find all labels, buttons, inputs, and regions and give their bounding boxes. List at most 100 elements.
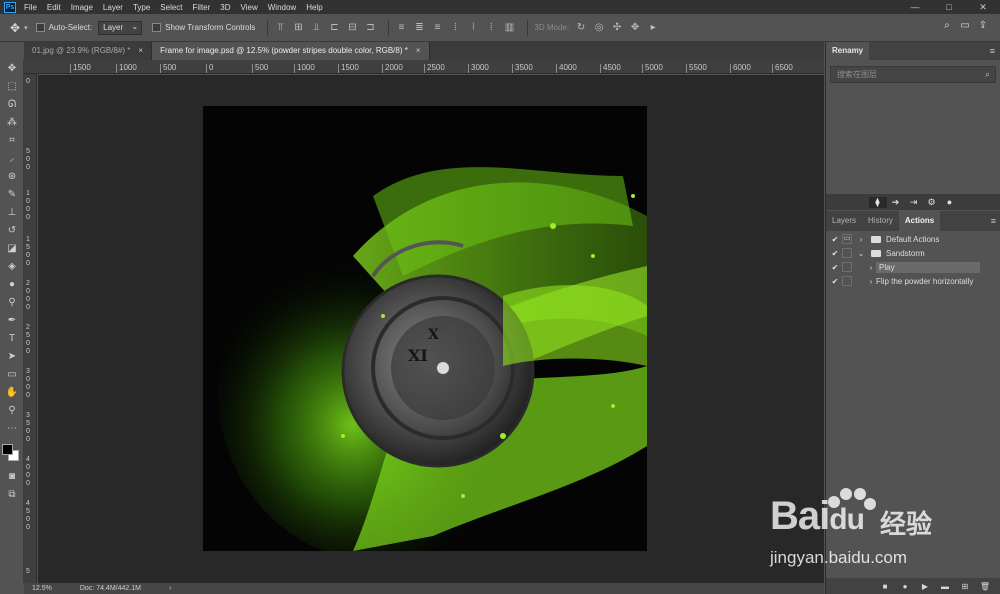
magic-wand-tool-icon[interactable]: ⁂ (0, 114, 24, 132)
marquee-tool-icon[interactable]: ⬚ (0, 78, 24, 96)
3d-rotate-icon[interactable]: ↻ (575, 22, 587, 34)
action-row[interactable]: ✔ › Flip the powder horizontally (826, 274, 1000, 288)
dialog-toggle-icon[interactable]: ▭ (842, 234, 852, 244)
new-set-icon[interactable]: ▬ (935, 582, 955, 591)
3d-roll-icon[interactable]: ◎ (593, 22, 605, 34)
zoom-tool-icon[interactable]: ⚲ (0, 402, 24, 420)
adjust-icon[interactable]: ⧫ (868, 196, 887, 208)
hand-tool-icon[interactable]: ✋ (0, 384, 24, 402)
share-icon[interactable]: ⇪ (974, 20, 992, 31)
menu-type[interactable]: Type (133, 3, 150, 12)
distribute-left-icon[interactable]: ⦙ (449, 22, 461, 34)
status-menu-arrow[interactable]: › (169, 585, 171, 592)
menu-3d[interactable]: 3D (220, 3, 230, 12)
distribute-right-icon[interactable]: ⦙ (485, 22, 497, 34)
lasso-tool-icon[interactable]: ᘏ (0, 96, 24, 114)
menu-window[interactable]: Window (268, 3, 296, 12)
stop-icon[interactable]: ■ (875, 582, 895, 591)
zoom-level[interactable]: 12.5% (32, 585, 52, 592)
workspace-icon[interactable]: ▭ (956, 20, 974, 31)
rectangle-tool-icon[interactable]: ▭ (0, 366, 24, 384)
menu-file[interactable]: File (24, 3, 37, 12)
check-icon[interactable]: ✔ (828, 263, 842, 272)
3d-camera-icon[interactable]: ▸ (647, 22, 659, 34)
delete-icon[interactable]: 🗑 (975, 582, 995, 591)
renamy-panel-title[interactable]: Renamy (826, 42, 870, 60)
paint-bucket-tool-icon[interactable]: ◈ (0, 258, 24, 276)
dialog-toggle-icon[interactable] (842, 276, 852, 286)
tab-history[interactable]: History (862, 211, 899, 231)
search-icon[interactable]: ⌕ (985, 67, 990, 82)
minimize-button[interactable]: — (898, 0, 932, 14)
new-action-icon[interactable]: ⊞ (955, 582, 975, 591)
type-tool-icon[interactable]: T (0, 330, 24, 348)
move-tool-icon[interactable]: ✥ (10, 21, 20, 35)
check-icon[interactable]: ✔ (828, 277, 842, 286)
document-artwork[interactable]: XI X (203, 106, 647, 551)
close-icon[interactable]: × (138, 42, 143, 60)
align-top-icon[interactable]: ⫪ (274, 22, 286, 34)
align-left-icon[interactable]: ⊏ (328, 22, 340, 34)
dialog-toggle-icon[interactable] (842, 248, 852, 258)
menu-image[interactable]: Image (71, 3, 93, 12)
move-tool-icon[interactable]: ✥ (0, 60, 24, 78)
distribute-hcenter-icon[interactable]: ⦚ (467, 22, 479, 34)
menu-filter[interactable]: Filter (193, 3, 211, 12)
tab-actions[interactable]: Actions (898, 211, 941, 231)
expand-chevron-icon[interactable]: › (866, 277, 876, 286)
export-icon[interactable]: ⇥ (905, 197, 923, 208)
expand-chevron-icon[interactable]: › (866, 263, 876, 272)
settings-icon[interactable]: ⚙ (923, 197, 941, 208)
close-icon[interactable]: × (416, 42, 421, 60)
check-icon[interactable]: ✔ (828, 235, 842, 244)
expand-chevron-icon[interactable]: ⌄ (856, 249, 866, 258)
color-swatches[interactable] (0, 438, 24, 468)
align-right-icon[interactable]: ⊐ (364, 22, 376, 34)
dialog-toggle-icon[interactable] (842, 262, 852, 272)
crop-tool-icon[interactable]: ⌗ (0, 132, 24, 150)
tab-layers[interactable]: Layers (826, 211, 862, 231)
eyedropper-tool-icon[interactable]: ⸝ (0, 150, 24, 168)
distribute-top-icon[interactable]: ≡ (395, 22, 407, 34)
brush-tool-icon[interactable]: ✎ (0, 186, 24, 204)
info-icon[interactable]: ● (941, 197, 959, 207)
menu-view[interactable]: View (241, 3, 258, 12)
path-selection-tool-icon[interactable]: ➤ (0, 348, 24, 366)
history-brush-tool-icon[interactable]: ↺ (0, 222, 24, 240)
3d-slide-icon[interactable]: ✥ (629, 22, 641, 34)
panel-menu-icon[interactable]: ≡ (991, 216, 996, 226)
tool-preset-chevron-icon[interactable]: ▾ (24, 24, 28, 32)
maximize-button[interactable]: □ (932, 0, 966, 14)
align-bottom-icon[interactable]: ⫫ (310, 22, 322, 34)
menu-edit[interactable]: Edit (47, 3, 61, 12)
action-row[interactable]: ✔ › Play (826, 260, 1000, 274)
search-icon[interactable]: ⌕ (938, 20, 956, 31)
menu-select[interactable]: Select (160, 3, 182, 12)
auto-select-checkbox[interactable] (35, 23, 45, 32)
document-tab-01[interactable]: 01.jpg @ 23.9% (RGB/8#) * × (24, 42, 153, 60)
clone-stamp-tool-icon[interactable]: ⊥ (0, 204, 24, 222)
3d-drag-icon[interactable]: ✣ (611, 22, 623, 34)
quick-mask-icon[interactable]: ◙ (0, 468, 24, 486)
screen-mode-icon[interactable]: ⧉ (0, 486, 24, 504)
play-icon[interactable]: ▶ (915, 582, 935, 591)
auto-select-target-dropdown[interactable]: Layer (98, 20, 143, 35)
action-row[interactable]: ✔ ▭ › Default Actions (826, 232, 1000, 246)
document-tab-frame[interactable]: Frame for image.psd @ 12.5% (powder stri… (152, 42, 430, 60)
show-transform-checkbox[interactable] (152, 23, 162, 32)
distribute-vcenter-icon[interactable]: ≣ (413, 22, 425, 34)
action-row[interactable]: ✔ ⌄ Sandstorm (826, 246, 1000, 260)
eraser-tool-icon[interactable]: ◪ (0, 240, 24, 258)
menu-help[interactable]: Help (306, 3, 322, 12)
check-icon[interactable]: ✔ (828, 249, 842, 258)
foreground-color-swatch[interactable] (2, 444, 13, 455)
arrow-icon[interactable]: ➔ (887, 197, 905, 208)
expand-chevron-icon[interactable]: › (856, 235, 866, 244)
more-tools-icon[interactable]: ⋯ (0, 420, 24, 438)
align-vcenter-icon[interactable]: ⊞ (292, 22, 304, 34)
panel-menu-icon[interactable]: ≡ (990, 46, 995, 56)
canvas-area[interactable]: XI X (38, 75, 824, 583)
layer-search-input[interactable]: 搜索在图层 ⌕ (830, 66, 996, 83)
record-icon[interactable]: ● (895, 582, 915, 591)
align-hcenter-icon[interactable]: ⊟ (346, 22, 358, 34)
